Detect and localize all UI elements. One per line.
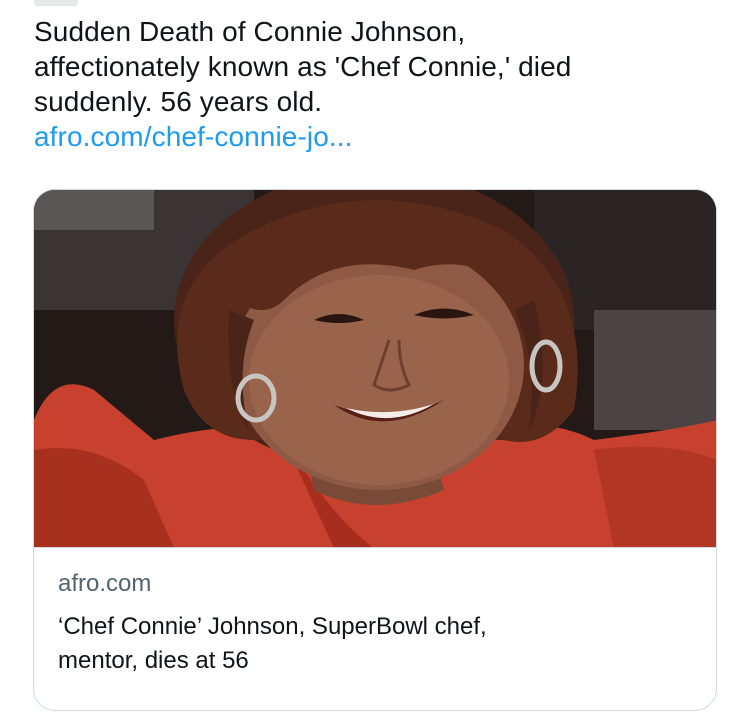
card-title-line-1: ‘Chef Connie’ Johnson, SuperBowl chef,: [58, 613, 487, 640]
card-title: ‘Chef Connie’ Johnson, SuperBowl chef, m…: [58, 610, 696, 678]
tweet-text-line-2: affectionately known as 'Chef Connie,' d…: [34, 51, 572, 82]
top-divider: [34, 0, 78, 6]
tweet[interactable]: Sudden Death of Connie Johnson, affectio…: [0, 0, 750, 712]
card-domain: afro.com: [58, 570, 152, 597]
tweet-link[interactable]: afro.com/chef-connie-jo...: [34, 119, 724, 154]
link-preview-card[interactable]: afro.com ‘Chef Connie’ Johnson, SuperBow…: [33, 189, 717, 711]
card-image[interactable]: [34, 190, 716, 548]
woman-portrait-image: [34, 190, 716, 547]
card-body[interactable]: afro.com ‘Chef Connie’ Johnson, SuperBow…: [58, 568, 696, 678]
tweet-text-line-3: suddenly. 56 years old.: [34, 86, 323, 117]
tweet-text: Sudden Death of Connie Johnson, affectio…: [34, 14, 724, 154]
tweet-text-line-1: Sudden Death of Connie Johnson,: [34, 16, 466, 47]
card-title-line-2: mentor, dies at 56: [58, 647, 249, 674]
